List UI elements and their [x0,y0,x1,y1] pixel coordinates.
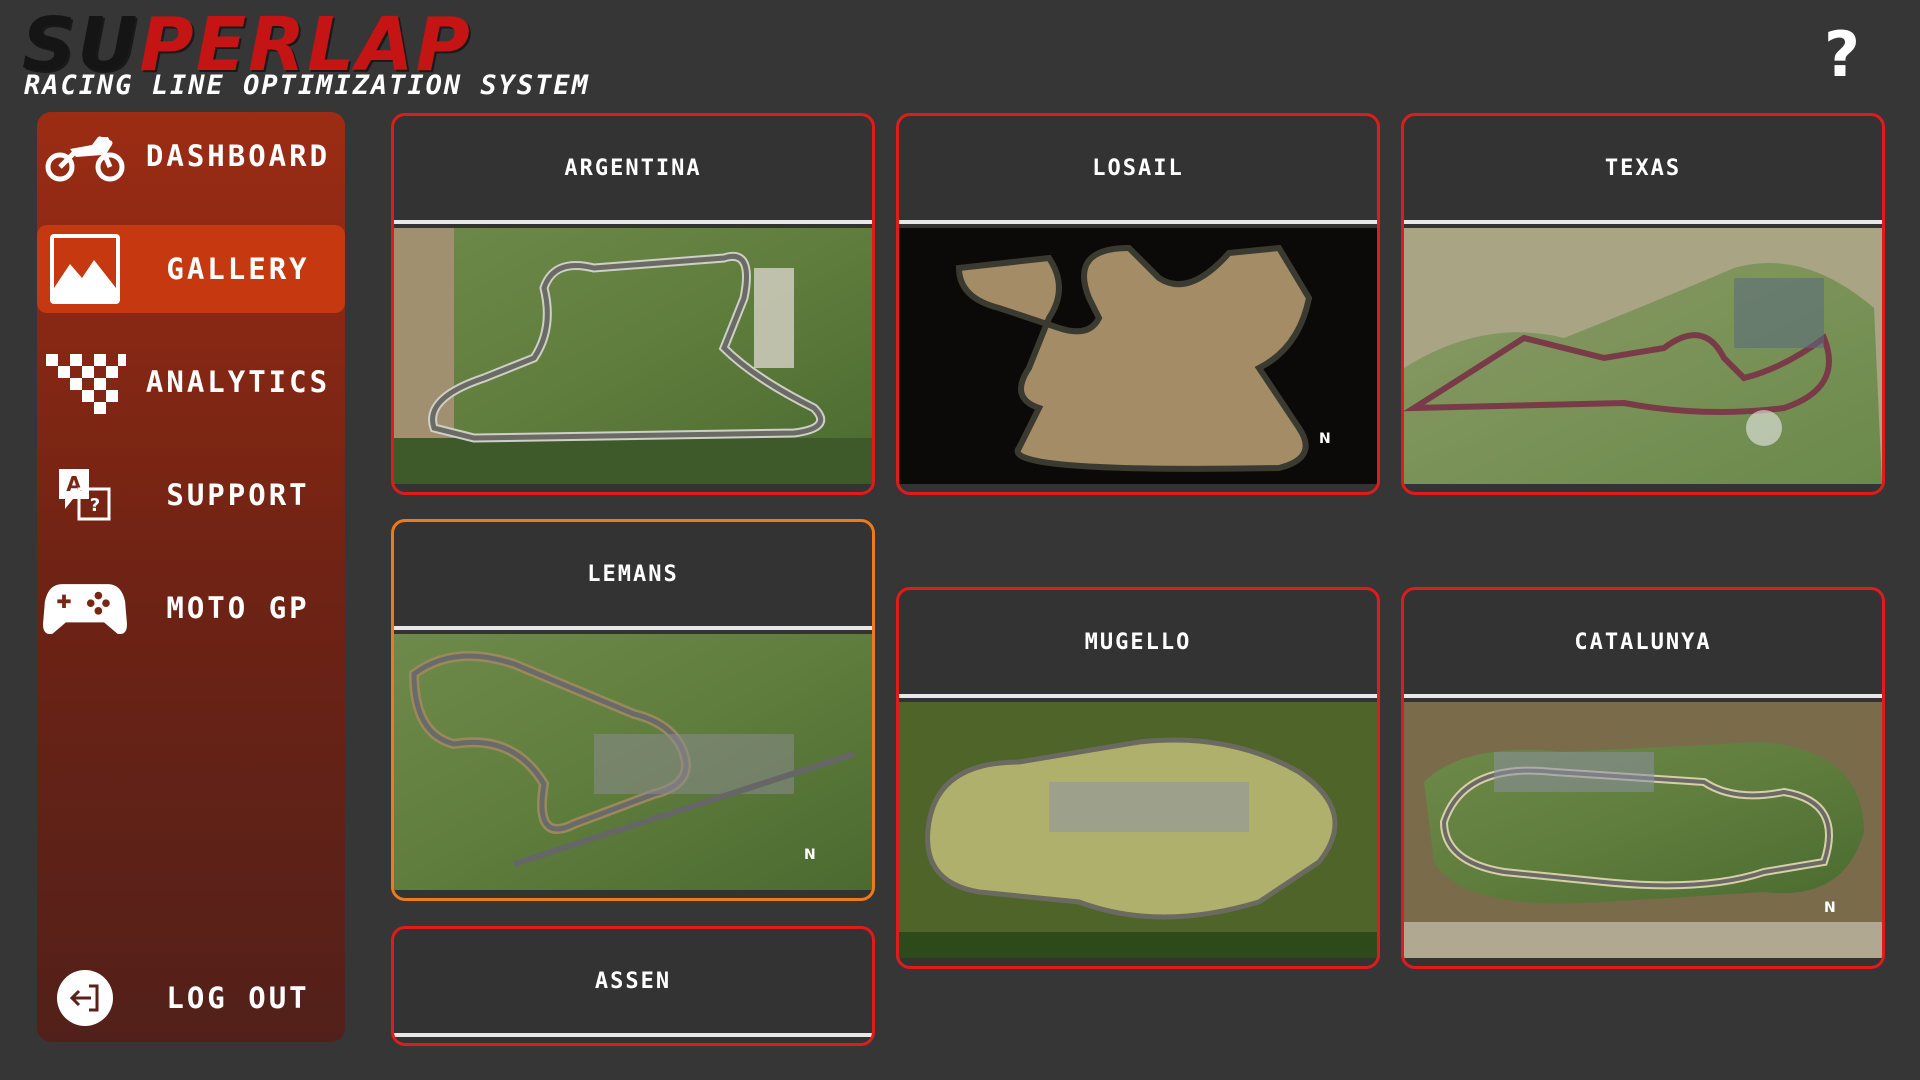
app-subtitle: RACING LINE OPTIMIZATION SYSTEM [24,70,590,101]
track-card-argentina[interactable]: ARGENTINA [391,113,875,495]
track-title: MUGELLO [899,590,1377,698]
translate-icon: A ? [43,457,127,533]
sidebar-item-label: ANALYTICS [145,365,331,399]
track-title: LOSAIL [899,116,1377,224]
sidebar-item-label: GALLERY [166,252,310,286]
sidebar: DASHBOARD GALLERY ANALYTICS A ? SUPPORT … [37,112,345,1042]
track-thumbnail: N [1404,702,1882,958]
track-thumbnail [1404,228,1882,484]
sidebar-item-dashboard[interactable]: DASHBOARD [37,112,345,200]
checkered-flag-icon [43,344,127,420]
track-title: ARGENTINA [394,116,872,224]
svg-text:?: ? [90,495,100,516]
image-icon [43,231,127,307]
gamepad-icon [43,570,127,646]
logout-button[interactable]: LOG OUT [37,954,345,1042]
track-title: LEMANS [394,522,872,630]
track-thumbnail: N [394,634,872,890]
sidebar-item-gallery[interactable]: GALLERY [37,225,345,313]
track-card-assen[interactable]: ASSEN [391,926,875,1046]
sidebar-item-analytics[interactable]: ANALYTICS [37,338,345,426]
sidebar-item-label: DASHBOARD [145,139,331,173]
track-card-catalunya[interactable]: CATALUNYA N [1401,587,1885,969]
svg-text:N: N [804,847,816,863]
sidebar-item-label: MOTO GP [166,591,310,625]
track-title: ASSEN [394,929,872,1037]
help-button[interactable]: ? [1824,24,1860,86]
track-card-lemans[interactable]: LEMANS N [391,519,875,901]
sidebar-item-label: LOG OUT [166,981,310,1015]
svg-text:N: N [1319,431,1331,447]
sidebar-item-support[interactable]: A ? SUPPORT [37,451,345,539]
track-card-texas[interactable]: TEXAS [1401,113,1885,495]
track-thumbnail [899,702,1377,958]
track-card-mugello[interactable]: MUGELLO [896,587,1380,969]
track-thumbnail: N [899,228,1377,484]
track-card-losail[interactable]: LOSAIL N [896,113,1380,495]
sidebar-item-moto-gp[interactable]: MOTO GP [37,564,345,652]
track-thumbnail [394,228,872,484]
logout-icon [43,960,127,1036]
track-title: CATALUNYA [1404,590,1882,698]
motorcycle-icon [43,118,127,194]
track-title: TEXAS [1404,116,1882,224]
sidebar-item-label: SUPPORT [166,478,310,512]
svg-text:N: N [1824,900,1836,916]
